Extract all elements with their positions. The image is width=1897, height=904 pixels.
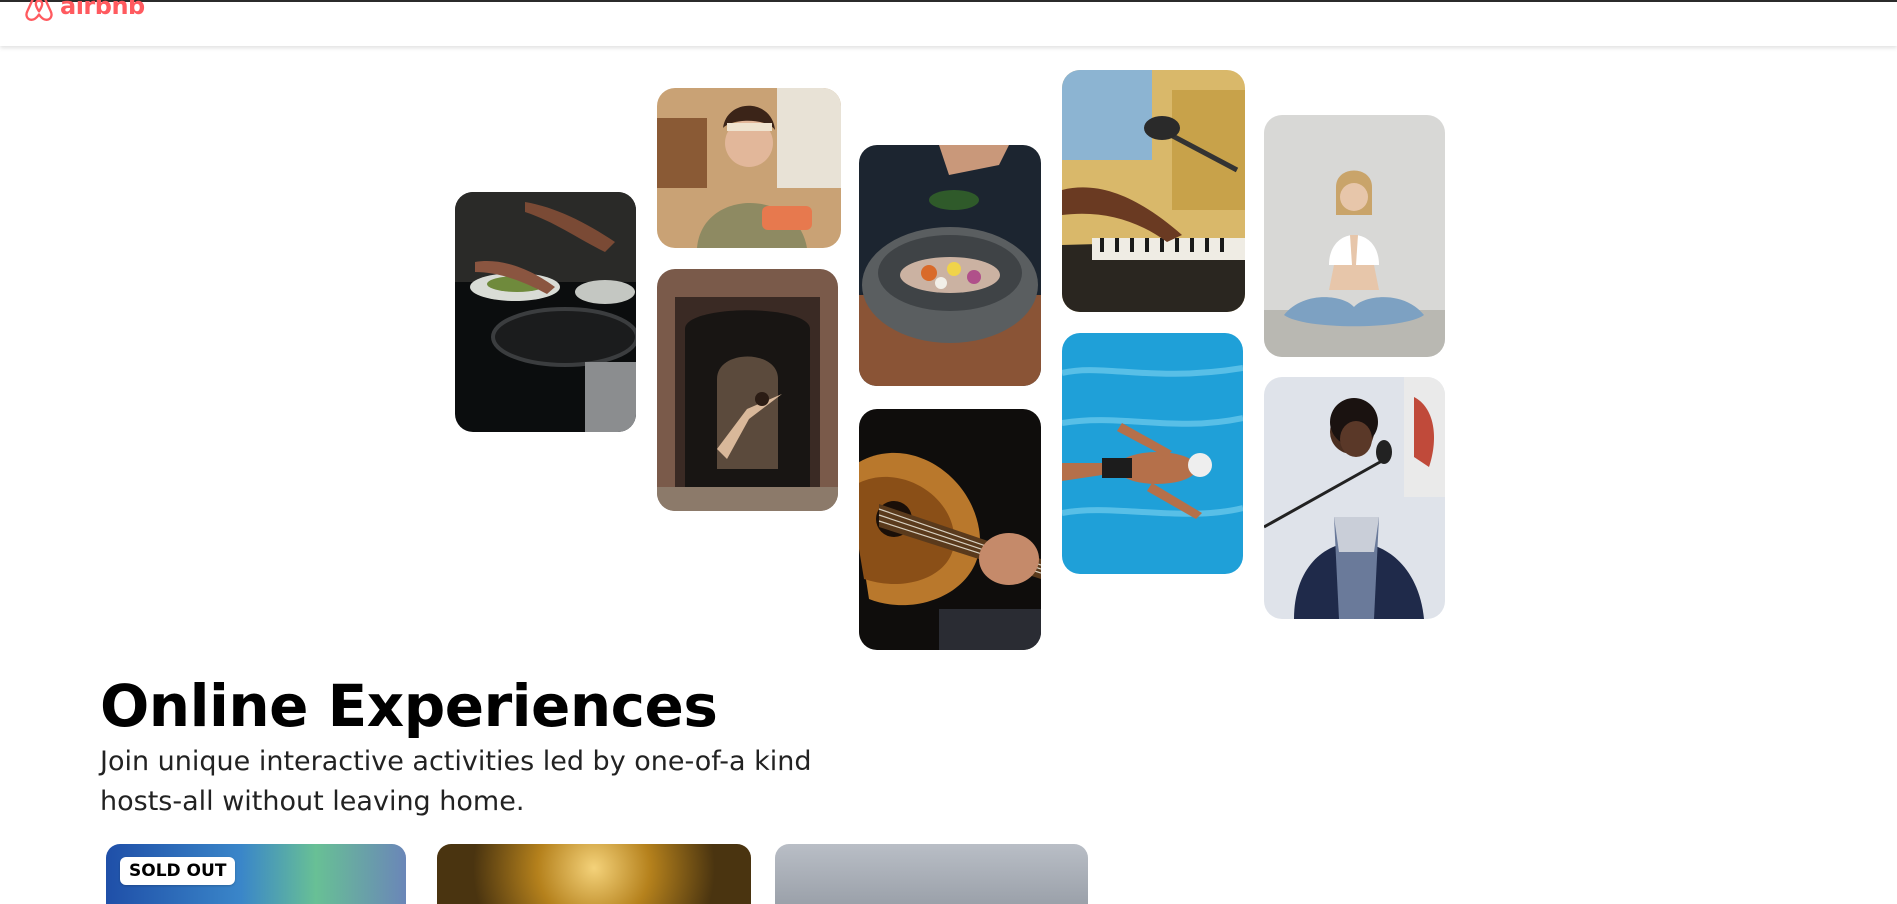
experience-card[interactable]: [775, 844, 1088, 904]
piano-microphone-photo[interactable]: [1062, 70, 1245, 312]
dancer-photo[interactable]: [657, 269, 838, 511]
singer-photo[interactable]: [1264, 377, 1445, 619]
cooking-class-photo[interactable]: [455, 192, 636, 432]
logo-text: airbnb: [60, 0, 145, 20]
airbnb-logo[interactable]: airbnb: [22, 0, 145, 24]
page-title: Online Experiences: [100, 672, 718, 740]
chef-host-photo[interactable]: [657, 88, 841, 248]
salad-bowl-photo[interactable]: [859, 145, 1041, 386]
sold-out-badge: SOLD OUT: [120, 857, 236, 885]
yoga-meditation-photo[interactable]: [1264, 115, 1445, 357]
swimmer-photo[interactable]: [1062, 333, 1243, 574]
page-subtitle: Join unique interactive activities led b…: [100, 746, 812, 817]
top-nav-bar: airbnb: [0, 0, 1897, 46]
acoustic-guitar-photo[interactable]: [859, 409, 1041, 650]
airbnb-belo-icon: [25, 0, 53, 21]
experience-card[interactable]: SOLD OUT: [106, 844, 406, 904]
experience-card[interactable]: [437, 844, 751, 904]
